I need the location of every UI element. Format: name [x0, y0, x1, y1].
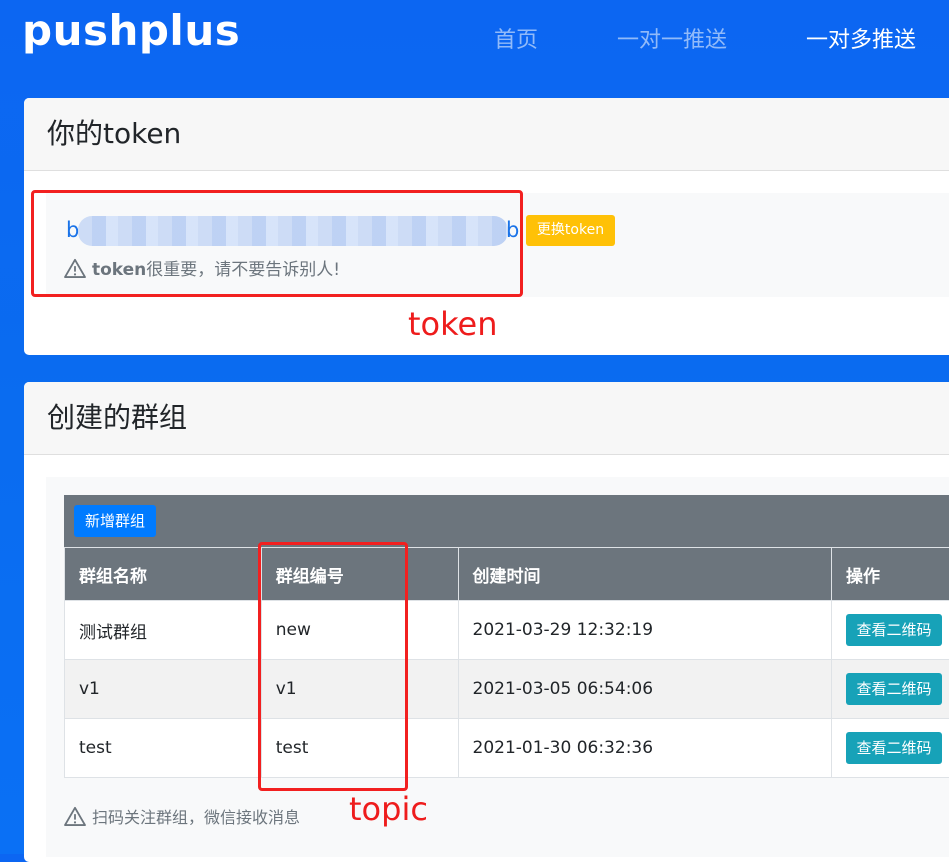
change-token-button[interactable]: 更换token: [526, 215, 615, 246]
group-card-title: 创建的群组: [47, 396, 187, 436]
column-header-name: 群组名称: [65, 548, 262, 601]
view-qrcode-button[interactable]: 查看二维码: [846, 673, 942, 705]
topic-annotation-label: topic: [349, 790, 428, 828]
group-card-header: 创建的群组: [24, 382, 949, 455]
table-row: 测试群组 new 2021-03-29 12:32:19 查看二维码: [65, 601, 949, 660]
column-header-created: 创建时间: [458, 548, 832, 601]
nav-link-one-to-one[interactable]: 一对一推送: [617, 22, 727, 54]
group-created-cell: 2021-01-30 06:32:36: [458, 719, 832, 778]
group-action-cell: 查看二维码: [832, 660, 949, 719]
view-qrcode-button[interactable]: 查看二维码: [846, 732, 942, 764]
group-created-cell: 2021-03-05 06:54:06: [458, 660, 832, 719]
token-card-header: 你的token: [24, 98, 949, 171]
token-card-title: 你的token: [47, 112, 181, 152]
group-name-cell: v1: [65, 660, 262, 719]
group-action-cell: 查看二维码: [832, 719, 949, 778]
warning-icon: [64, 806, 86, 826]
nav-link-one-to-many[interactable]: 一对多推送: [806, 22, 916, 54]
add-group-button[interactable]: 新增群组: [74, 505, 156, 537]
group-action-cell: 查看二维码: [832, 601, 949, 660]
top-navbar: pushplus 首页 一对一推送 一对多推送: [0, 0, 949, 80]
topic-highlight-box: [258, 542, 408, 791]
table-row: test test 2021-01-30 06:32:36 查看二维码: [65, 719, 949, 778]
table-header-row: 群组名称 群组编号 创建时间 操作: [65, 548, 949, 601]
group-footer-note: 扫码关注群组，微信接收消息: [64, 804, 300, 828]
nav-link-home[interactable]: 首页: [494, 22, 538, 54]
column-header-action: 操作: [832, 548, 949, 601]
group-table: 群组名称 群组编号 创建时间 操作 测试群组 new 2021-03-29 12…: [64, 547, 949, 778]
token-annotation-label: token: [408, 305, 497, 343]
group-created-cell: 2021-03-29 12:32:19: [458, 601, 832, 660]
token-highlight-box: [31, 190, 523, 297]
group-footer-note-text: 扫码关注群组，微信接收消息: [92, 808, 300, 827]
brand-logo[interactable]: pushplus: [22, 6, 240, 55]
group-name-cell: test: [65, 719, 262, 778]
view-qrcode-button[interactable]: 查看二维码: [846, 614, 942, 646]
group-card: 创建的群组 新增群组 群组名称 群组编号 创建时间 操作 测试群组 new 20…: [24, 382, 949, 862]
group-name-cell: 测试群组: [65, 601, 262, 660]
table-row: v1 v1 2021-03-05 06:54:06 查看二维码: [65, 660, 949, 719]
group-table-toolbar: [64, 495, 949, 547]
